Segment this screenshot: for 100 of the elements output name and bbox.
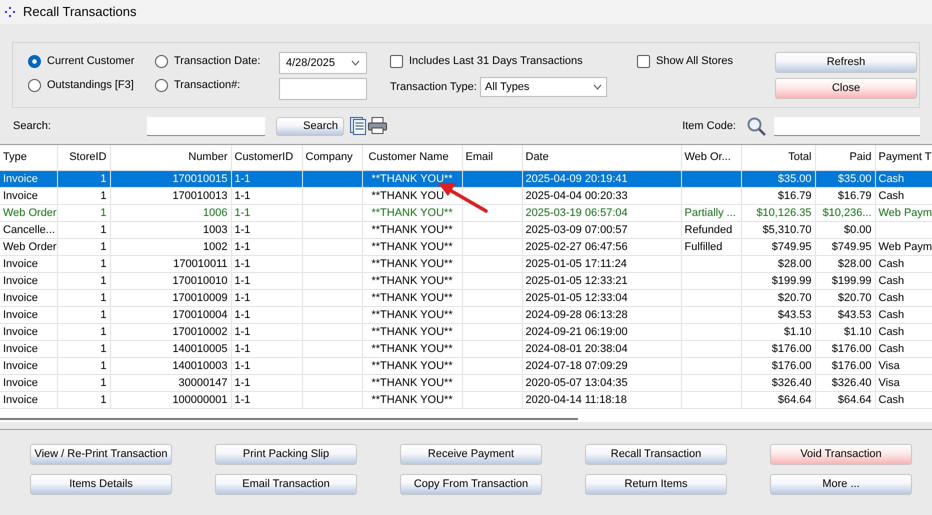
table-cell: $64.64 [838,394,872,406]
table-cell: 2024-08-01 20:38:04 [526,342,628,354]
table-cell: 2020-05-07 13:04:35 [526,376,628,388]
table-cell: $749.95 [772,240,812,252]
table-cell: $28.00 [778,258,812,270]
action-button[interactable]: Void Transaction [770,444,912,465]
column-header[interactable]: Paid [815,145,875,170]
column-header[interactable]: Customer Name [362,145,462,170]
table-cell: Cash [878,326,904,338]
action-button[interactable]: Copy From Transaction [400,474,542,495]
table-cell: $16.79 [838,190,872,202]
column-header[interactable]: Email [462,145,522,170]
search-field[interactable] [147,116,265,136]
transaction-type-dropdown[interactable]: All Types [480,77,607,97]
close-button[interactable]: Close [775,78,917,99]
table-cell: $326.40 [772,376,812,388]
radio-option[interactable]: Transaction#: [155,77,240,94]
table-cell: 140010003 [172,360,228,372]
table-cell: 1003 [203,224,228,236]
table-cell: 1-1 [234,394,250,406]
table-cell: 2025-04-09 20:19:41 [526,172,628,184]
transaction-number-field[interactable] [279,78,367,100]
table-cell: 170010013 [172,190,228,202]
table-cell: 170010009 [172,292,228,304]
table-cell: $176.00 [772,342,812,354]
table-cell: $43.53 [778,308,812,320]
action-button[interactable]: View / Re-Print Transaction [30,444,172,465]
table-cell: 1 [100,376,106,388]
table-cell: **THANK YOU** [372,394,453,406]
action-button[interactable]: Receive Payment [400,444,542,465]
column-header[interactable]: Company [302,145,362,170]
table-cell: $0.00 [844,224,872,236]
item-code-field[interactable] [774,116,920,136]
table-cell: **THANK YOU** [372,240,453,252]
column-header[interactable]: Web Or... [681,145,741,170]
action-button[interactable]: Email Transaction [215,474,357,495]
horizontal-scrollbar[interactable] [0,418,578,420]
action-button[interactable]: Items Details [30,474,172,495]
printer-icon[interactable] [368,117,388,134]
table-cell: 2024-09-28 06:13:28 [526,308,628,320]
table-cell: $1.10 [784,326,812,338]
table-cell: $199.99 [772,274,812,286]
table-cell: $64.64 [778,394,812,406]
table-cell: 2025-01-05 12:33:04 [526,292,628,304]
table-cell: **THANK YOU** [372,342,453,354]
document-icon[interactable] [350,117,366,135]
table-cell: 1 [100,206,106,218]
caret-icon[interactable] [593,84,602,90]
table-cell: Visa [878,376,900,388]
checkbox-option[interactable]: Show All Stores [637,53,734,70]
table-cell: 1-1 [234,190,250,202]
column-header[interactable]: Payment T [875,145,932,170]
field-label: Search: [13,118,52,134]
column-header[interactable]: Total [741,145,815,170]
column-header[interactable]: StoreID [57,145,110,170]
refresh-button[interactable]: Refresh [775,52,917,73]
table-cell: 1006 [203,206,228,218]
table-cell: Web Order [3,240,56,252]
table-cell: Refunded [684,224,732,236]
table-cell: 170010004 [172,308,228,320]
column-header[interactable]: CustomerID [231,145,302,170]
radio-option[interactable]: Transaction Date: [155,53,260,70]
action-button[interactable]: More ... [770,474,912,495]
table-cell: 2025-01-05 17:11:24 [526,258,627,270]
table-cell: 1 [100,326,106,338]
column-header[interactable]: Number [110,145,231,170]
table-cell: 1 [100,172,106,184]
table-cell: Cash [878,172,904,184]
action-button[interactable]: Print Packing Slip [215,444,357,465]
table-cell: $35.00 [838,172,872,184]
table-cell: **THANK YOU** [372,292,453,304]
table-cell: 30000147 [178,376,228,388]
table-cell: Web Paym [878,240,932,252]
table-cell: Invoice [3,172,38,184]
table-cell: 1 [100,342,106,354]
radio-option[interactable]: Outstandings [F3] [28,77,134,94]
table-cell: 1-1 [234,360,250,372]
table-cell: 1 [100,258,106,270]
table-cell: 1 [100,274,106,286]
table-cell: Cash [878,190,904,202]
table-cell: Visa [878,360,900,372]
date-picker[interactable]: 4/28/2025 [279,52,367,74]
table-cell: 2020-04-14 11:18:18 [526,394,627,406]
table-cell: $176.00 [832,360,872,372]
caret-icon[interactable] [351,60,360,66]
table-cell: 1 [100,360,106,372]
action-button[interactable]: Recall Transaction [585,444,727,465]
action-button[interactable]: Return Items [585,474,727,495]
table-cell: $1.10 [844,326,872,338]
table-cell: Fulfilled [684,240,722,252]
radio-option[interactable]: Current Customer [28,53,134,70]
search-icon[interactable] [747,116,766,136]
table-cell: Invoice [3,274,38,286]
search-button[interactable]: Search [276,116,344,136]
column-header[interactable]: Date [522,145,681,170]
table-cell: 140010005 [172,342,228,354]
table-cell: Invoice [3,376,38,388]
checkbox-option[interactable]: Includes Last 31 Days Transactions [390,53,583,70]
column-header[interactable]: Type [0,145,57,170]
table-cell: 100000001 [172,394,228,406]
